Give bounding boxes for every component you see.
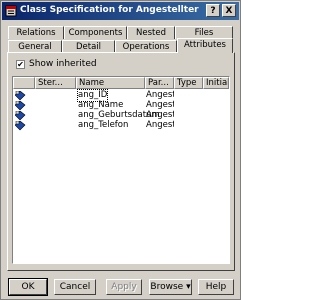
- attribute-icon: [15, 91, 26, 101]
- list-header: Ster... Name Par... Type Initial: [13, 77, 229, 89]
- tab-relations[interactable]: Relations: [8, 26, 64, 39]
- cancel-button[interactable]: Cancel: [54, 279, 96, 295]
- tab-attributes[interactable]: Attributes: [177, 38, 233, 53]
- attribute-icon: [15, 111, 26, 121]
- attribute-icon: [15, 121, 26, 131]
- attribute-name[interactable]: ang_Telefon: [78, 120, 128, 131]
- column-header-parent[interactable]: Par...: [145, 77, 174, 89]
- help-button[interactable]: Help: [198, 279, 234, 295]
- column-header-stereotype[interactable]: Ster...: [35, 77, 76, 89]
- title-bar[interactable]: Class Specification for Angestellter ? X: [2, 2, 239, 20]
- tab-components[interactable]: Components: [64, 26, 127, 39]
- apply-button[interactable]: Apply: [106, 279, 142, 295]
- column-header-initial[interactable]: Initial: [203, 77, 229, 89]
- show-inherited-label: Show inherited: [29, 59, 97, 69]
- close-button[interactable]: X: [222, 4, 236, 17]
- help-title-button[interactable]: ?: [206, 4, 220, 17]
- attribute-icon: [15, 101, 26, 111]
- column-header-name[interactable]: Name: [76, 77, 145, 89]
- window-title: Class Specification for Angestellter: [20, 5, 199, 15]
- checkbox-checkmark[interactable]: ✔: [16, 60, 25, 69]
- tab-nested[interactable]: Nested: [127, 26, 175, 39]
- attribute-row[interactable]: ang_Telefon Angeste: [13, 120, 229, 131]
- attributes-list[interactable]: Ster... Name Par... Type Initial ang_ID …: [12, 76, 230, 264]
- column-header-type[interactable]: Type: [174, 77, 203, 89]
- ok-button[interactable]: OK: [8, 278, 48, 296]
- column-header-icon[interactable]: [13, 77, 35, 89]
- browse-button[interactable]: Browse ▾: [149, 279, 192, 295]
- class-specification-icon: [5, 5, 17, 17]
- attributes-tab-panel: ✔ Show inherited Ster... Name Par... Typ…: [7, 52, 235, 271]
- attribute-parent: Angeste: [146, 120, 174, 130]
- class-specification-dialog: Class Specification for Angestellter ? X…: [0, 0, 241, 300]
- chevron-down-icon: ▾: [186, 282, 191, 292]
- browse-label: Browse: [150, 282, 184, 292]
